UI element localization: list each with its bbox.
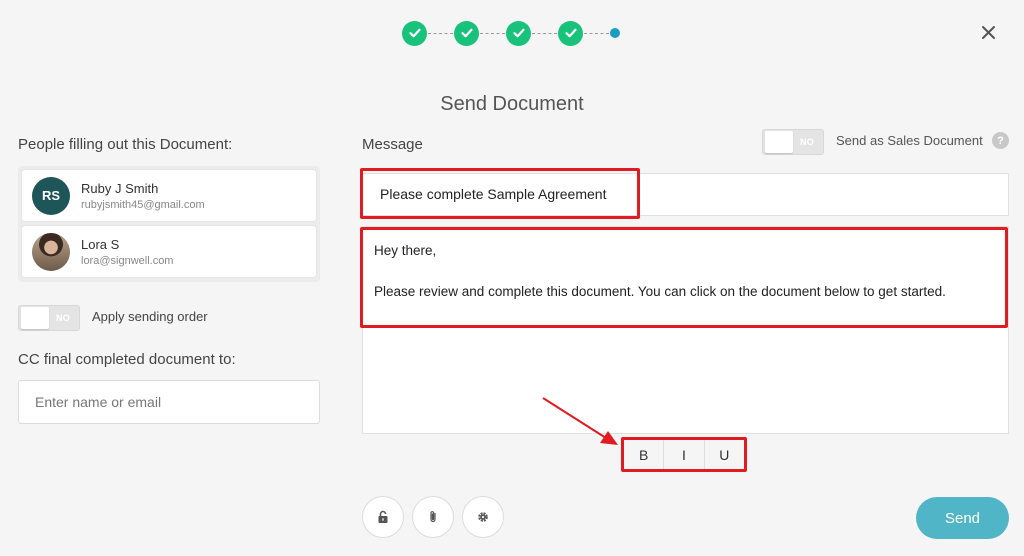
avatar: RS [32, 176, 70, 215]
step-2-check-icon [454, 20, 479, 46]
sales-document-toggle[interactable]: NO [762, 129, 824, 155]
unlock-icon [378, 510, 388, 523]
toggle-state: NO [800, 137, 815, 147]
toggle-knob [765, 131, 793, 153]
bold-button[interactable]: B [624, 440, 665, 469]
step-connector [532, 32, 557, 34]
step-connector [584, 32, 609, 34]
toggle-state: NO [56, 313, 71, 323]
progress-steps [402, 20, 620, 46]
message-label: Message [362, 136, 423, 153]
body-highlight-box [360, 227, 1008, 328]
step-connector [428, 32, 453, 34]
signer-list: RS Ruby J Smith rubyjsmith45@gmail.com L… [18, 166, 320, 282]
send-button[interactable]: Send [916, 497, 1009, 539]
settings-button[interactable] [462, 496, 504, 538]
signer-name: Ruby J Smith [81, 180, 159, 196]
signers-heading: People filling out this Document: [18, 136, 233, 153]
step-3-check-icon [506, 20, 531, 46]
step-1-check-icon [402, 20, 427, 46]
signer-email: rubyjsmith45@gmail.com [81, 198, 205, 211]
avatar-photo [32, 232, 70, 271]
sending-order-toggle[interactable]: NO [18, 305, 80, 331]
gear-icon [478, 512, 488, 522]
cc-heading: CC final completed document to: [18, 351, 236, 368]
sending-order-label: Apply sending order [92, 309, 208, 324]
help-icon[interactable]: ? [992, 132, 1009, 149]
sales-document-label: Send as Sales Document [836, 133, 983, 148]
annotation-arrow-icon [542, 397, 618, 445]
signer-name: Lora S [81, 236, 120, 252]
paperclip-icon [430, 511, 436, 523]
toggle-knob [21, 307, 49, 329]
step-4-check-icon [558, 20, 583, 46]
signer-card-ruby[interactable]: RS Ruby J Smith rubyjsmith45@gmail.com [22, 170, 316, 221]
format-toolbar: B I U [621, 437, 747, 472]
signer-card-lora[interactable]: Lora S lora@signwell.com [22, 226, 316, 277]
step-connector [480, 32, 505, 34]
subject-highlight-box [360, 168, 640, 219]
signer-email: lora@signwell.com [81, 254, 174, 267]
close-icon [981, 25, 995, 39]
page-title: Send Document [440, 93, 584, 115]
italic-button[interactable]: I [664, 440, 705, 469]
underline-button[interactable]: U [705, 440, 744, 469]
cc-input[interactable] [18, 380, 320, 424]
step-5-current-dot [610, 28, 620, 38]
attach-button[interactable] [412, 496, 454, 538]
security-button[interactable] [362, 496, 404, 538]
close-button[interactable] [978, 22, 998, 42]
